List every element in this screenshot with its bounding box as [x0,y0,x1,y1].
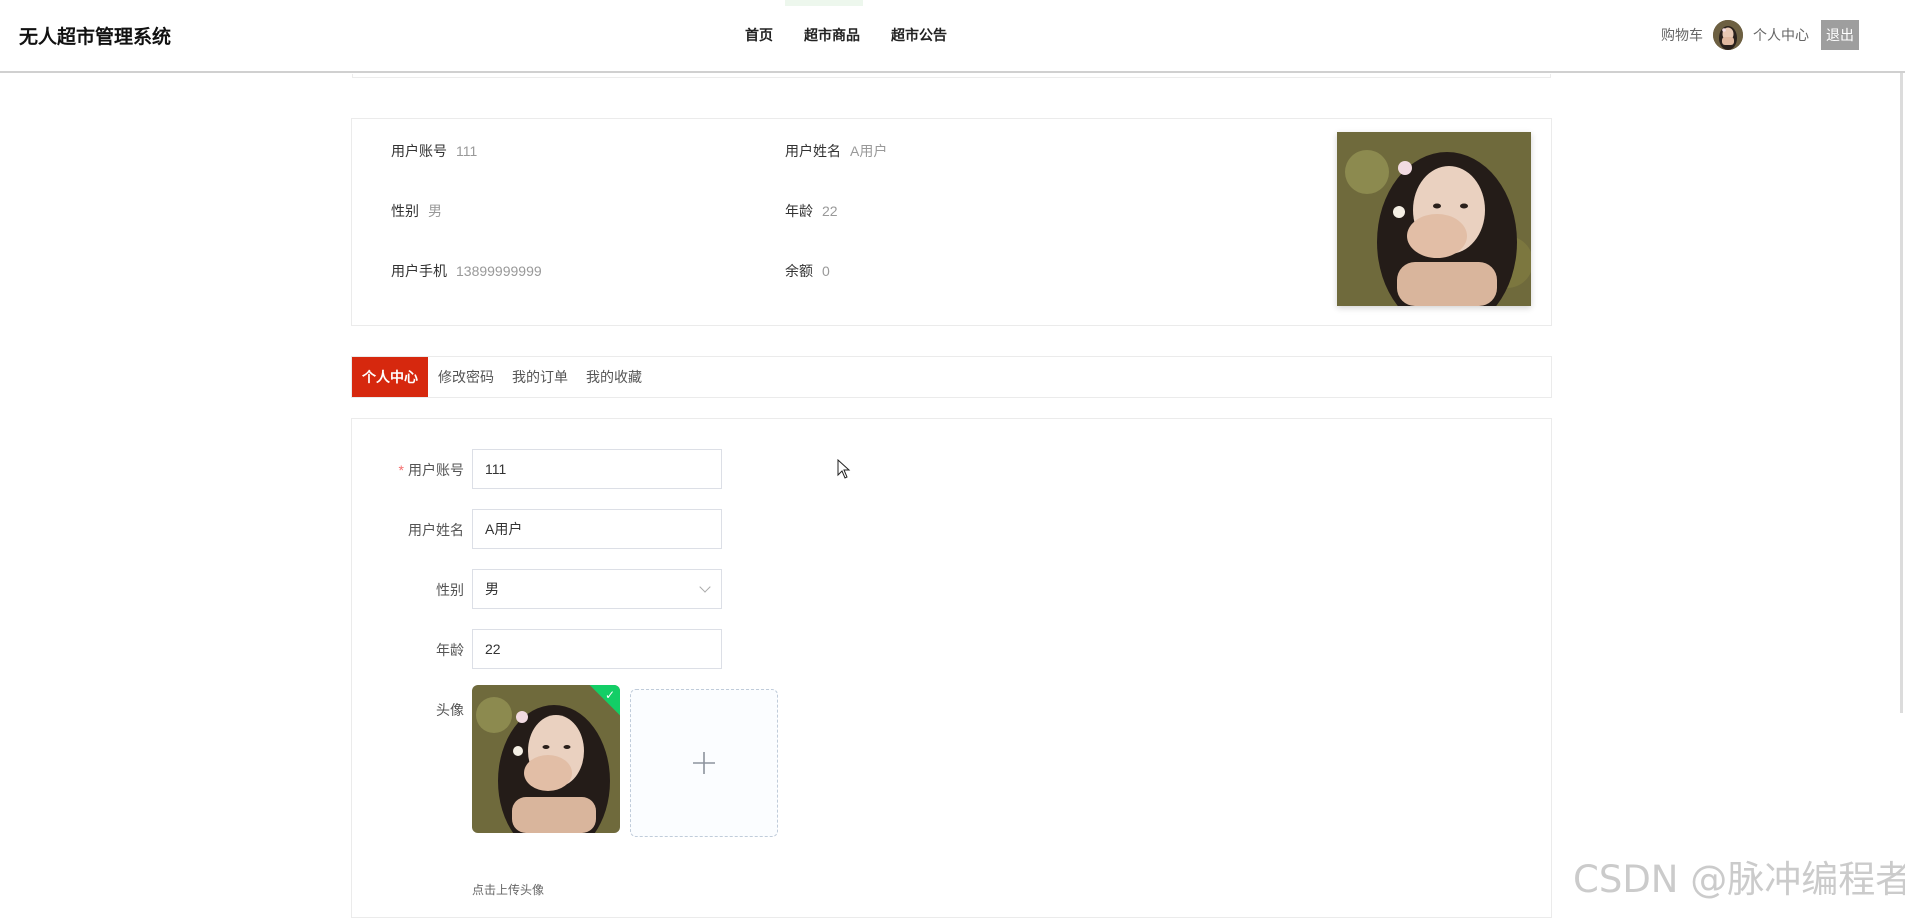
logout-button[interactable]: 退出 [1821,20,1859,50]
watermark: CSDN @脉冲编程者 [1573,858,1905,901]
gender-select-value: 男 [485,581,499,597]
info-gender-label: 性别 [391,203,419,219]
uploaded-avatar[interactable]: ✓ [472,685,620,833]
info-balance-value: 0 [822,263,830,279]
tab-my-orders[interactable]: 我的订单 [503,357,577,397]
tab-change-password[interactable]: 修改密码 [429,357,503,397]
info-account-label: 用户账号 [391,143,447,159]
form-avatar-label: 头像 [436,702,464,718]
tab-my-favorites[interactable]: 我的收藏 [577,357,651,397]
info-age-value: 22 [822,203,838,219]
form-account-label: * 用户账号 [398,462,464,478]
profile-form: * 用户账号 111 用户姓名 A用户 性别 男 年龄 22 头像 ✓ 点击上传头 [351,418,1552,918]
nav-products[interactable]: 超市商品 [804,25,860,45]
profile-tabs: 个人中心 修改密码 我的订单 我的收藏 [351,356,1552,398]
info-account-value: 111 [456,143,478,159]
cart-link[interactable]: 购物车 [1661,25,1703,45]
info-gender: 性别男 [391,201,442,221]
info-age-label: 年龄 [785,203,813,219]
info-name: 用户姓名 A用户 [785,141,887,161]
upload-tip: 点击上传头像 [472,883,545,897]
info-phone-label: 用户手机 [391,263,447,279]
info-balance: 余额 0 [785,261,830,281]
user-nav: 购物车 个人中心 退出 [1661,19,1859,51]
info-age: 年龄 22 [785,201,838,221]
gender-select[interactable]: 男 [472,569,722,609]
app-title: 无人超市管理系统 [19,27,172,48]
profile-photo [1337,132,1531,306]
account-input[interactable]: 111 [472,449,722,489]
user-info-card: 用户账号 111 用户姓名 A用户 性别男 年龄 22 用户手机 13899999999… [351,118,1552,326]
nav-fade [785,0,863,6]
check-icon: ✓ [604,688,615,702]
info-name-value: A用户 [850,143,888,159]
mouse-cursor-icon [837,459,851,479]
info-balance-label: 余额 [785,263,813,279]
tab-personal-center[interactable]: 个人中心 [352,357,428,397]
info-account: 用户账号 111 [391,141,477,161]
required-mark: * [398,462,404,478]
form-age-label: 年龄 [436,642,464,658]
avatar-upload-button[interactable] [630,689,778,837]
form-gender-label: 性别 [436,582,464,598]
personal-center-link[interactable]: 个人中心 [1753,25,1809,45]
name-input[interactable]: A用户 [472,509,722,549]
nav-home[interactable]: 首页 [745,25,773,45]
info-phone-value: 13899999999 [456,263,542,279]
page-scrollbar[interactable] [1900,73,1903,713]
age-input[interactable]: 22 [472,629,722,669]
info-name-label: 用户姓名 [785,143,841,159]
main-nav: 首页 超市商品 超市公告 [745,25,947,45]
user-avatar[interactable] [1713,20,1743,50]
nav-announcements[interactable]: 超市公告 [891,25,947,45]
chevron-down-icon [699,581,711,593]
plus-icon [693,752,715,774]
info-gender-value: 男 [428,203,442,219]
top-navbar: 无人超市管理系统 首页 超市商品 超市公告 购物车 个人中心 退出 [0,0,1905,73]
info-phone: 用户手机 13899999999 [391,261,542,281]
scrolled-panel-edge [352,74,1551,78]
form-name-label: 用户姓名 [408,522,464,538]
